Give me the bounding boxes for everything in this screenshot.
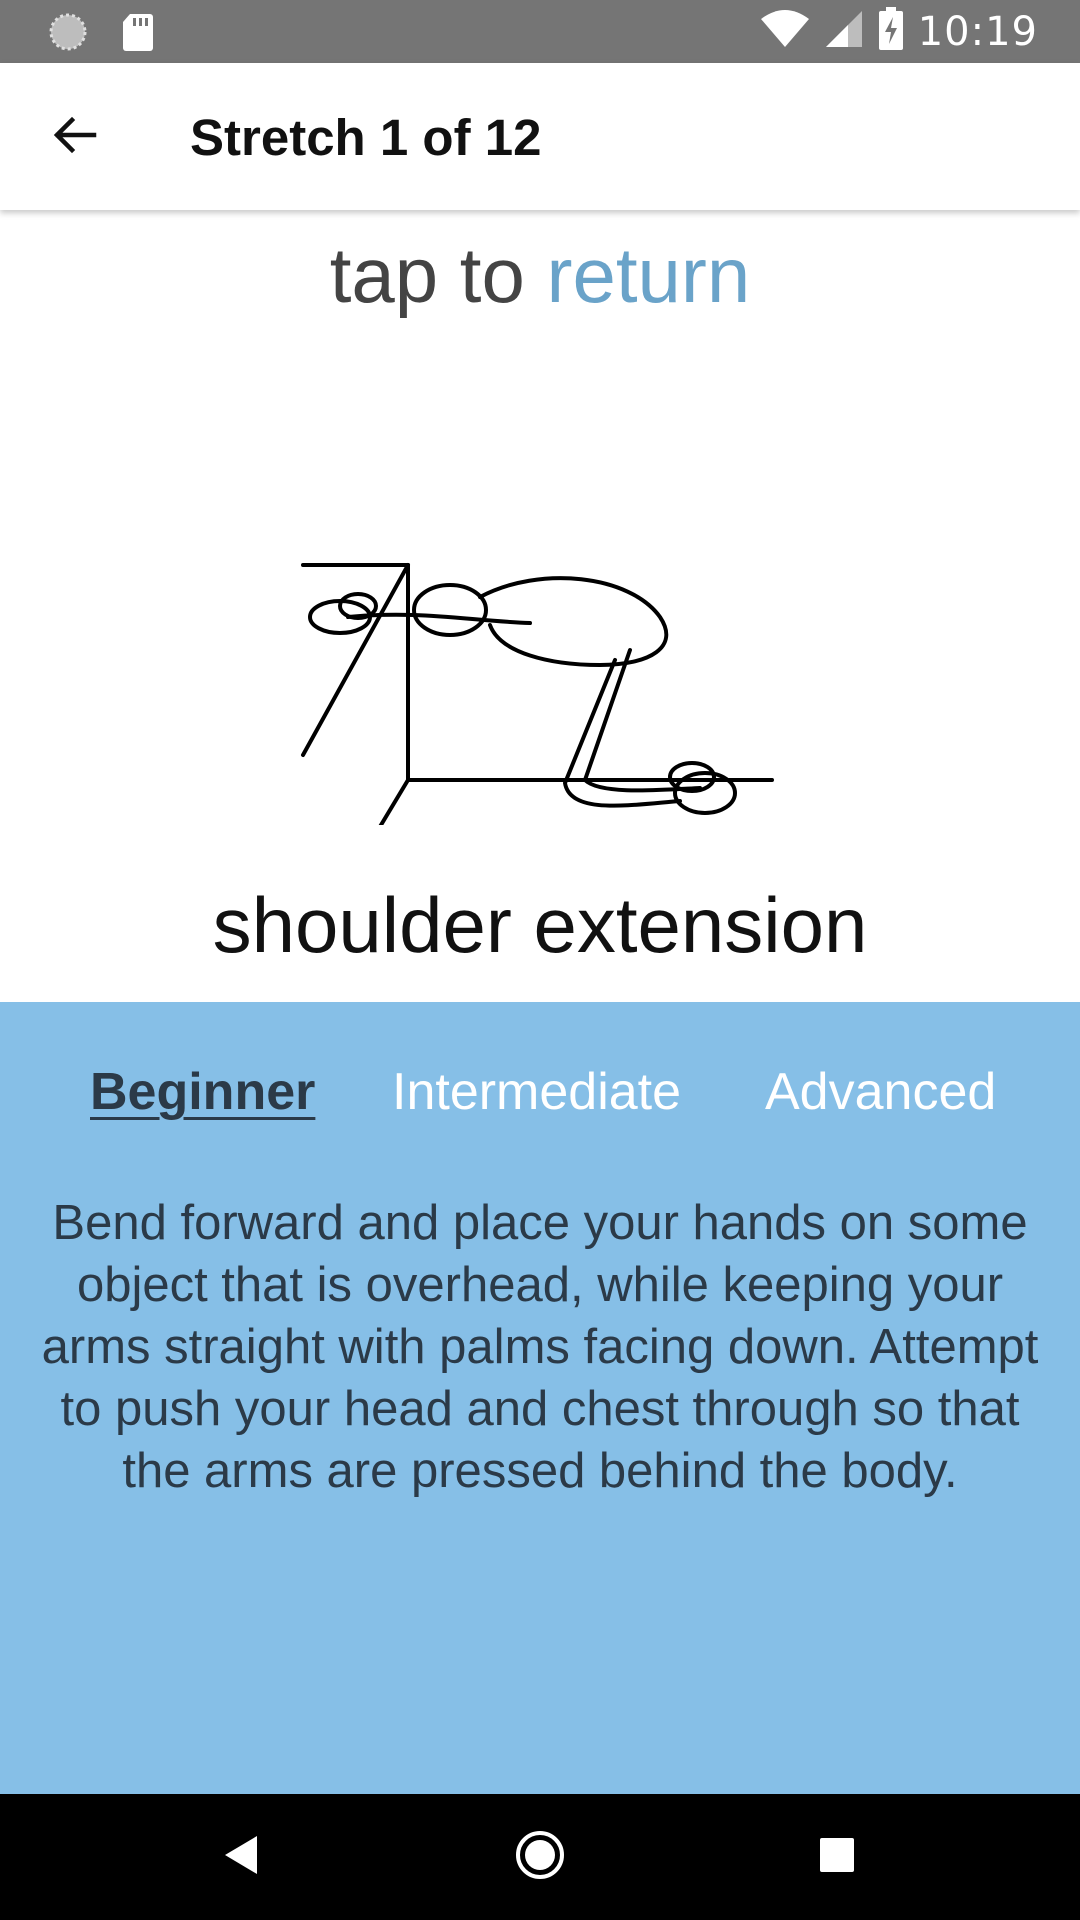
back-button[interactable] [40, 103, 108, 171]
system-nav-bar [0, 1794, 1080, 1920]
page-title: Stretch 1 of 12 [190, 109, 542, 166]
tab-advanced[interactable]: Advanced [765, 1062, 996, 1122]
arrow-left-icon [50, 111, 98, 164]
nav-home-icon [514, 1829, 566, 1886]
return-link[interactable]: return [547, 231, 751, 319]
status-left-icons [48, 12, 154, 57]
sd-card-icon [122, 12, 154, 57]
stretch-content[interactable]: tap to return shoulder extension [0, 210, 1080, 1002]
difficulty-panel: Beginner Intermediate Advanced Bend forw… [0, 1002, 1080, 1794]
nav-home-button[interactable] [507, 1824, 573, 1890]
nav-back-button[interactable] [208, 1824, 274, 1890]
wifi-icon [760, 9, 810, 54]
tab-intermediate[interactable]: Intermediate [392, 1062, 681, 1122]
stretch-name: shoulder extension [212, 881, 868, 969]
difficulty-tabs: Beginner Intermediate Advanced [0, 1062, 1080, 1132]
status-time: 10:19 [917, 8, 1038, 55]
tab-beginner[interactable]: Beginner [90, 1062, 315, 1122]
stick-figure-stretch-icon [300, 555, 780, 832]
stretch-description: Bend forward and place your hands on som… [41, 1196, 1039, 1498]
tap-to-return[interactable]: tap to return [0, 230, 1080, 321]
tap-prefix: tap to [329, 231, 547, 319]
circle-indicator-icon [48, 12, 88, 57]
status-right-icons: 10:19 [760, 0, 1038, 63]
signal-icon [824, 9, 864, 54]
app-bar: Stretch 1 of 12 [0, 63, 1080, 210]
nav-recents-button[interactable] [804, 1824, 870, 1890]
nav-recents-icon [817, 1835, 857, 1880]
status-bar: 10:19 [0, 0, 1080, 63]
battery-charging-icon [878, 7, 904, 56]
nav-back-icon [221, 1833, 261, 1882]
